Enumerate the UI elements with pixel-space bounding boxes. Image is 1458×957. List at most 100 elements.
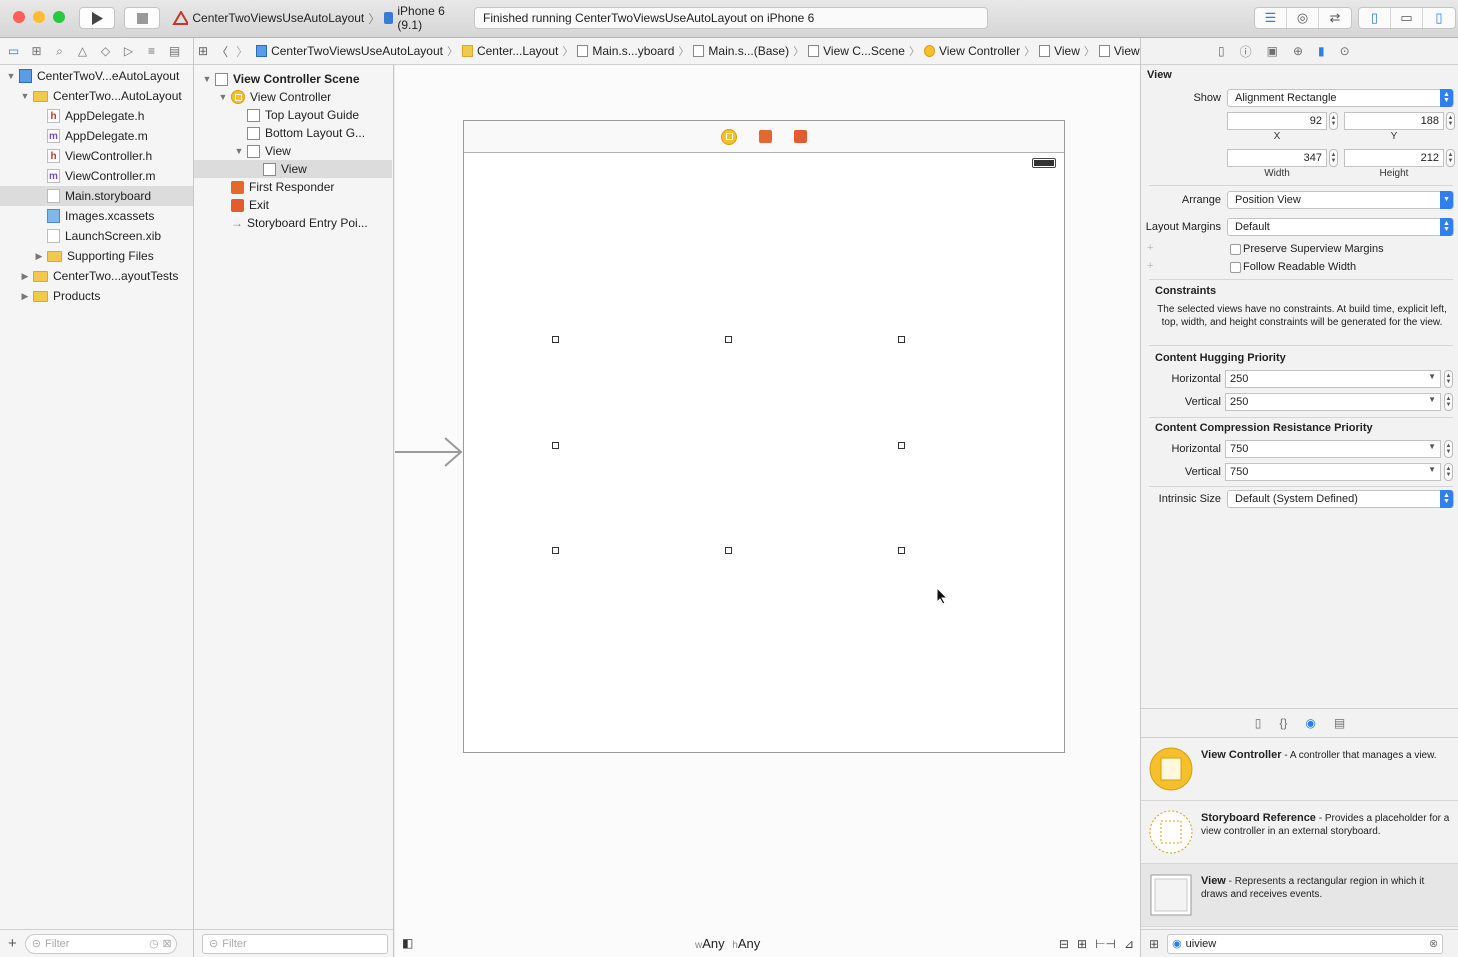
resolve-issues-icon[interactable]: ⊿ (1124, 937, 1134, 951)
view-controller-icon[interactable] (721, 128, 737, 145)
file-tree-item[interactable]: ▶ Products (0, 286, 193, 306)
library-search-input[interactable]: ◉ uiview ⊗ (1167, 933, 1444, 954)
outline-toggle-icon[interactable]: ◧ (402, 936, 413, 950)
compression-horizontal-stepper[interactable]: ▲ ▼ (1444, 440, 1453, 458)
height-field[interactable]: 212 (1344, 149, 1444, 167)
hugging-vertical-combo[interactable]: 250 ▼ (1225, 393, 1441, 411)
disclosure-open-icon[interactable]: ▼ (234, 146, 244, 156)
breadcrumb-item[interactable]: View C...Scene (804, 44, 909, 58)
storyboard-entry-arrow-icon[interactable] (395, 437, 465, 467)
symbol-icon[interactable]: ⊞ (29, 44, 44, 58)
disclosure-open-icon[interactable]: ▼ (20, 91, 30, 101)
file-inspector-icon[interactable]: ▯ (1218, 44, 1225, 58)
close-window-button[interactable] (13, 11, 25, 23)
breadcrumb-item[interactable]: Main.s...yboard (573, 44, 678, 58)
file-tree-item[interactable]: ▼ CenterTwo...AutoLayout (0, 86, 193, 106)
back-button[interactable]: 〈 (212, 43, 232, 60)
update-frames-icon[interactable]: ⊟ (1059, 937, 1069, 951)
clear-search-icon[interactable]: ⊗ (1429, 937, 1438, 950)
resize-handle-bottom-left[interactable] (552, 547, 559, 554)
resize-handle-left[interactable] (552, 442, 559, 449)
stop-button[interactable] (124, 7, 160, 29)
version-editor-icon[interactable]: ⇄ (1319, 8, 1351, 28)
disclosure-open-icon[interactable]: ▼ (6, 71, 16, 81)
outline-item[interactable]: ▼ View Controller (194, 88, 392, 106)
breadcrumb-item[interactable]: View (1035, 44, 1084, 58)
library-item-view-controller[interactable]: View Controller - A controller that mana… (1141, 738, 1458, 801)
size-inspector-icon[interactable]: ▮ (1318, 44, 1325, 58)
media-library-icon[interactable]: ▤ (1334, 716, 1345, 730)
outline-item[interactable]: Top Layout Guide (194, 106, 392, 124)
view-controller-scene[interactable] (463, 120, 1065, 753)
navigator-filter-input[interactable]: ⊝ Filter ◷ ⊠ (24, 933, 177, 954)
resize-handle-top-left[interactable] (552, 336, 559, 343)
resize-handle-top[interactable] (725, 336, 732, 343)
warning-icon[interactable]: △ (75, 44, 90, 58)
breadcrumb-item[interactable]: View Controller (920, 44, 1024, 58)
folder-icon[interactable]: ▭ (6, 44, 21, 58)
object-library-icon[interactable]: ◉ (1305, 716, 1315, 730)
attributes-inspector-icon[interactable]: ⊕ (1293, 44, 1303, 58)
chevron-down-icon[interactable]: ▼ (1428, 395, 1436, 404)
chevron-down-icon[interactable]: ▼ (1428, 465, 1436, 474)
readable-width-checkbox[interactable] (1230, 262, 1241, 273)
identity-inspector-icon[interactable]: ▣ (1267, 44, 1278, 58)
plus-icon[interactable]: + (1147, 242, 1153, 254)
related-items-icon[interactable]: ⊞ (194, 44, 212, 58)
quick-help-icon[interactable]: ⓘ (1240, 43, 1252, 60)
file-tree-item[interactable]: LaunchScreen.xib (0, 226, 193, 246)
intrinsic-size-popup[interactable]: Default (System Defined) ▲ ▼ (1227, 490, 1454, 508)
file-tree-item[interactable]: ▼ CenterTwoV...eAutoLayout (0, 66, 193, 86)
outline-filter-input[interactable]: ⊝ Filter (202, 933, 388, 954)
stack-icon[interactable]: ⊞ (1077, 937, 1087, 951)
resize-handle-top-right[interactable] (898, 336, 905, 343)
editor-mode-segment[interactable]: ☰ ◎ ⇄ (1254, 7, 1352, 29)
size-class-control[interactable]: wAny hAny (695, 936, 760, 951)
breadcrumb-item[interactable]: Main.s...(Base) (689, 44, 793, 58)
scope-icon[interactable]: ⊠ (163, 937, 172, 950)
disclosure-open-icon[interactable]: ▼ (218, 92, 228, 102)
debug-area-toggle-icon[interactable]: ▭ (1391, 8, 1423, 28)
outline-item[interactable]: View (194, 160, 392, 178)
disclosure-closed-icon[interactable]: ▶ (20, 291, 30, 302)
view-toggle-segment[interactable]: ▯ ▭ ▯ (1358, 7, 1456, 29)
debug-icon[interactable]: ▷ (121, 44, 136, 58)
scheme-selector[interactable]: CenterTwoViewsUseAutoLayout 〉 iPhone 6 (… (168, 4, 466, 32)
file-tree-item[interactable]: Main.storyboard (0, 186, 193, 206)
file-tree-item[interactable]: h ViewController.h (0, 146, 193, 166)
plus-icon[interactable]: + (1147, 260, 1153, 272)
breadcrumb-item[interactable]: View (1095, 44, 1144, 58)
hugging-vertical-stepper[interactable]: ▲ ▼ (1444, 393, 1453, 411)
run-button[interactable] (79, 7, 115, 29)
navigator-toggle-icon[interactable]: ▯ (1359, 8, 1391, 28)
outline-item[interactable]: Bottom Layout G... (194, 124, 392, 142)
resize-handle-bottom-right[interactable] (898, 547, 905, 554)
grid-view-icon[interactable]: ⊞ (1149, 937, 1159, 951)
zoom-window-button[interactable] (53, 11, 65, 23)
outline-item[interactable]: → Storyboard Entry Poi... (194, 214, 392, 232)
file-template-icon[interactable]: ▯ (1255, 716, 1262, 730)
y-stepper[interactable]: ▲ ▼ (1446, 112, 1455, 130)
breadcrumb-item[interactable]: CenterTwoViewsUseAutoLayout (252, 44, 447, 58)
exit-icon[interactable] (794, 130, 807, 143)
library-item-view[interactable]: View - Represents a rectangular region i… (1141, 864, 1458, 927)
first-responder-icon[interactable] (759, 130, 772, 143)
report-icon[interactable]: ▤ (167, 44, 182, 58)
outline-item[interactable]: ▼ View Controller Scene (194, 70, 392, 88)
file-tree-item[interactable]: h AppDelegate.h (0, 106, 193, 126)
width-stepper[interactable]: ▲ ▼ (1329, 149, 1338, 167)
add-icon[interactable]: + (8, 935, 17, 952)
disclosure-closed-icon[interactable]: ▶ (20, 271, 30, 282)
disclosure-closed-icon[interactable]: ▶ (34, 251, 44, 262)
minimize-window-button[interactable] (33, 11, 45, 23)
file-tree-item[interactable]: ▶ Supporting Files (0, 246, 193, 266)
search-icon[interactable]: ⌕ (52, 44, 67, 59)
utilities-toggle-icon[interactable]: ▯ (1423, 8, 1455, 28)
show-popup[interactable]: Alignment Rectangle ▲ ▼ (1227, 89, 1454, 107)
file-tree-item[interactable]: Images.xcassets (0, 206, 193, 226)
connections-inspector-icon[interactable]: ⊙ (1340, 44, 1350, 58)
file-tree-item[interactable]: m AppDelegate.m (0, 126, 193, 146)
interface-builder-canvas[interactable]: ◧ wAny hAny ⊟ ⊞ ⊢⊣ ⊿ (395, 65, 1140, 957)
standard-editor-icon[interactable]: ☰ (1255, 8, 1287, 28)
hugging-horizontal-stepper[interactable]: ▲ ▼ (1444, 370, 1453, 388)
